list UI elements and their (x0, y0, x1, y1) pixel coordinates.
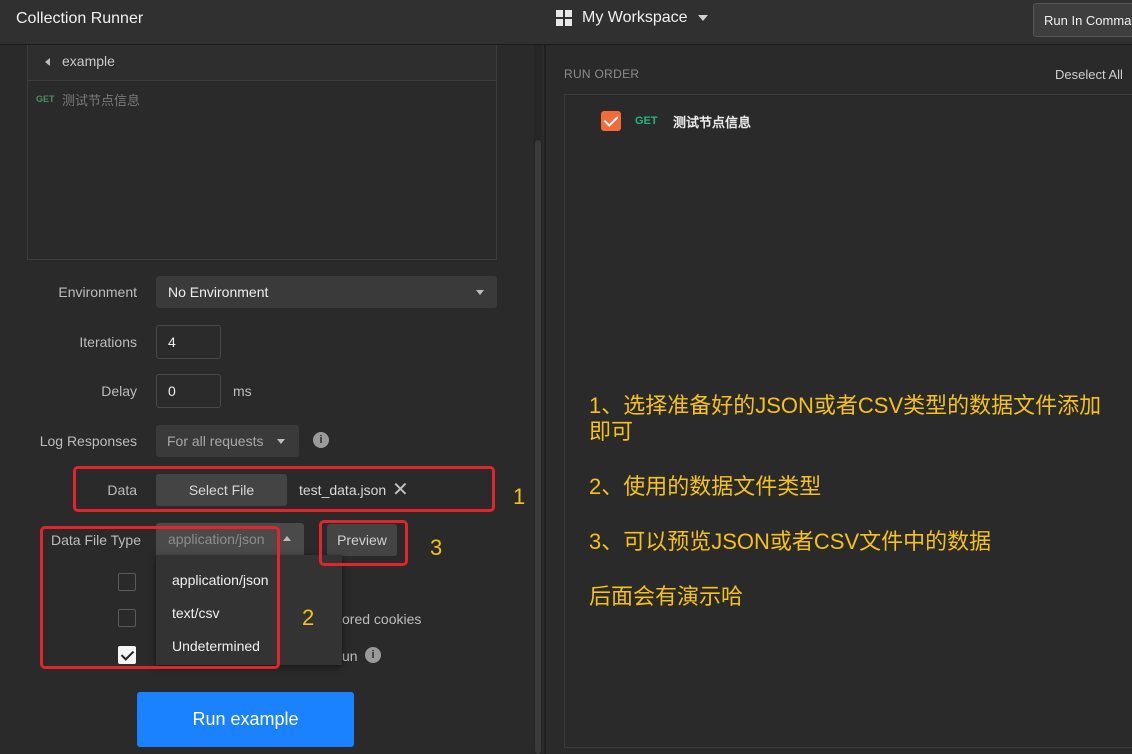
annotation-note-2: 2、使用的数据文件类型 (589, 474, 822, 499)
back-caret-icon[interactable] (45, 58, 50, 66)
workspace-name: My Workspace (582, 9, 688, 26)
delay-input[interactable]: 0 (156, 374, 221, 408)
annotation-box-2 (40, 526, 280, 669)
annotation-marker-3: 3 (430, 535, 443, 560)
request-checkbox-checked[interactable] (601, 111, 621, 131)
request-method: GET (635, 115, 658, 127)
info-icon[interactable]: i (313, 432, 329, 448)
request-name: 测试节点信息 (673, 115, 752, 130)
top-header: Collection Runner My Workspace Run In Co… (0, 0, 1132, 45)
iterations-input[interactable]: 4 (156, 325, 221, 359)
environment-label: Environment (58, 284, 137, 300)
left-scrollbar-thumb[interactable] (535, 140, 541, 754)
annotation-note-1: 1、选择准备好的JSON或者CSV类型的数据文件添加即可 (589, 393, 1102, 444)
chevron-down-icon (476, 290, 484, 295)
collection-tree: example GET 测试节点信息 (27, 45, 497, 260)
runner-config-panel: example GET 测试节点信息 Environment No Enviro… (0, 45, 534, 754)
log-responses-value: For all requests (167, 433, 264, 449)
annotation-note-4: 后面会有演示哈 (589, 584, 744, 609)
request-name[interactable]: 测试节点信息 (62, 90, 140, 109)
annotation-box-1 (73, 466, 495, 512)
option-label-partial: un (342, 648, 358, 664)
chevron-down-icon (277, 439, 285, 444)
workspace-switcher[interactable]: My Workspace (556, 9, 708, 27)
annotation-box-3 (319, 520, 408, 566)
annotation-marker-1: 1 (513, 484, 526, 509)
request-method: GET (36, 94, 55, 104)
run-order-title: RUN ORDER (564, 67, 640, 81)
chevron-up-icon (283, 536, 291, 541)
annotation-note-3: 3、可以预览JSON或者CSV文件中的数据 (589, 529, 992, 554)
run-in-command-line-button[interactable]: Run In Comma (1033, 3, 1132, 37)
deselect-all-link[interactable]: Deselect All (1055, 67, 1123, 82)
log-responses-label: Log Responses (39, 433, 137, 449)
run-collection-button[interactable]: Run example (137, 692, 354, 747)
delay-unit: ms (233, 383, 252, 399)
annotation-marker-2: 2 (302, 605, 315, 630)
folder-name: example (62, 53, 115, 69)
app-title: Collection Runner (16, 10, 144, 27)
run-order-panel: RUN ORDER Deselect All GET 测试节点信息 1、选择准备… (546, 45, 1132, 754)
environment-select[interactable]: No Environment (156, 276, 497, 308)
delay-label: Delay (101, 383, 137, 399)
info-icon[interactable]: i (365, 647, 381, 663)
iterations-label: Iterations (79, 334, 137, 350)
option-label-partial: ored cookies (342, 611, 422, 627)
folder-header[interactable]: example (28, 45, 496, 81)
environment-value: No Environment (168, 284, 269, 300)
run-order-list: GET 测试节点信息 1、选择准备好的JSON或者CSV类型的数据文件添加即可 … (564, 94, 1132, 748)
chevron-down-icon (697, 15, 708, 21)
log-responses-select[interactable]: For all requests (156, 425, 299, 457)
grid-icon (556, 10, 572, 26)
